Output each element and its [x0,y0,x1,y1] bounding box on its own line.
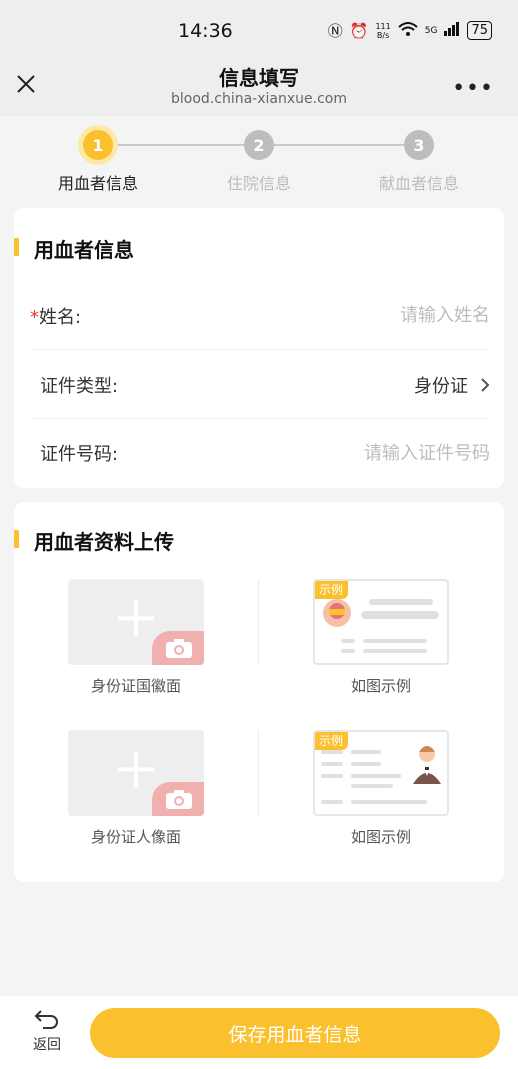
step-1-label: 用血者信息 [57,174,138,193]
example-tag: 示例 [315,732,349,750]
page-url: blood.china-xianxue.com [171,91,347,107]
step-connector [112,144,244,146]
step-1-circle: 1 [83,130,113,160]
example-caption: 如图示例 [350,677,411,695]
example-id-back: 示例 [313,579,449,665]
upload-card-title: 用血者资料上传 [14,526,174,555]
info-card: 用血者信息 *姓名: 证件类型: 身份证 证件号码: [14,208,504,488]
battery-level: 75 [471,23,488,38]
step-3-label: 献血者信息 [378,174,459,193]
status-icons: Ⓝ ⏰ 111 B/s 5G 75 [328,20,492,41]
required-mark: * [30,306,39,328]
nfc-icon: Ⓝ [327,22,343,40]
step-3-circle: 3 [404,130,434,160]
more-icon[interactable]: ••• [452,78,494,100]
upload-caption: 身份证人像面 [90,828,181,846]
column-divider [258,579,259,665]
battery-icon: 75 [467,21,492,40]
id-type-row[interactable]: 证件类型: 身份证 [30,351,490,419]
name-label-text: 姓名: [39,306,82,328]
example-caption: 如图示例 [350,828,411,846]
example-id-front: 示例 [313,730,449,816]
save-button[interactable]: 保存用血者信息 [90,1008,500,1058]
chevron-right-icon [481,377,490,392]
plus-icon [118,600,154,637]
step-indicator: 1 2 3 用血者信息 住院信息 献血者信息 [0,116,518,208]
wifi-icon [398,21,418,41]
back-arrow-icon [34,1010,58,1029]
id-number-input[interactable] [170,442,490,464]
upload-caption: 身份证国徽面 [90,677,181,695]
column-divider [258,730,259,816]
net-speed-unit: B/s [376,30,390,40]
net-speed-value: 111 [375,21,391,31]
name-row: *姓名: [30,282,490,350]
info-card-title: 用血者信息 [14,234,134,263]
status-time: 14:36 [178,20,233,42]
step-2-circle: 2 [244,130,274,160]
step-2-label: 住院信息 [226,174,291,193]
network-type: 5G [424,25,438,36]
id-number-row: 证件号码: [30,419,490,487]
status-bar: 14:36 Ⓝ ⏰ 111 B/s 5G 75 [0,0,518,60]
net-speed: 111 B/s [375,22,390,40]
nav-bar: 信息填写 blood.china-xianxue.com ••• [0,60,518,116]
plus-icon [118,751,154,788]
back-button[interactable]: 返回 [22,1008,72,1054]
camera-icon [166,639,192,658]
upload-card: 用血者资料上传 示例 身份证国徽面 如图示例 示例 身份证人像面 如图示例 [14,502,504,882]
signal-icon [444,21,460,40]
upload-id-front[interactable] [68,730,204,816]
id-type-value: 身份证 [414,375,468,397]
id-type-label: 证件类型: [40,375,119,397]
name-label: *姓名: [30,303,160,329]
bottom-bar: 返回 保存用血者信息 [0,996,518,1069]
id-number-label: 证件号码: [40,444,119,465]
camera-icon [166,790,192,809]
example-tag: 示例 [315,581,349,599]
page-title: 信息填写 [219,66,299,90]
upload-id-back[interactable] [68,579,204,665]
name-input[interactable] [160,305,490,326]
back-label: 返回 [33,1037,61,1053]
alarm-icon: ⏰ [349,21,369,40]
step-connector [274,144,404,146]
